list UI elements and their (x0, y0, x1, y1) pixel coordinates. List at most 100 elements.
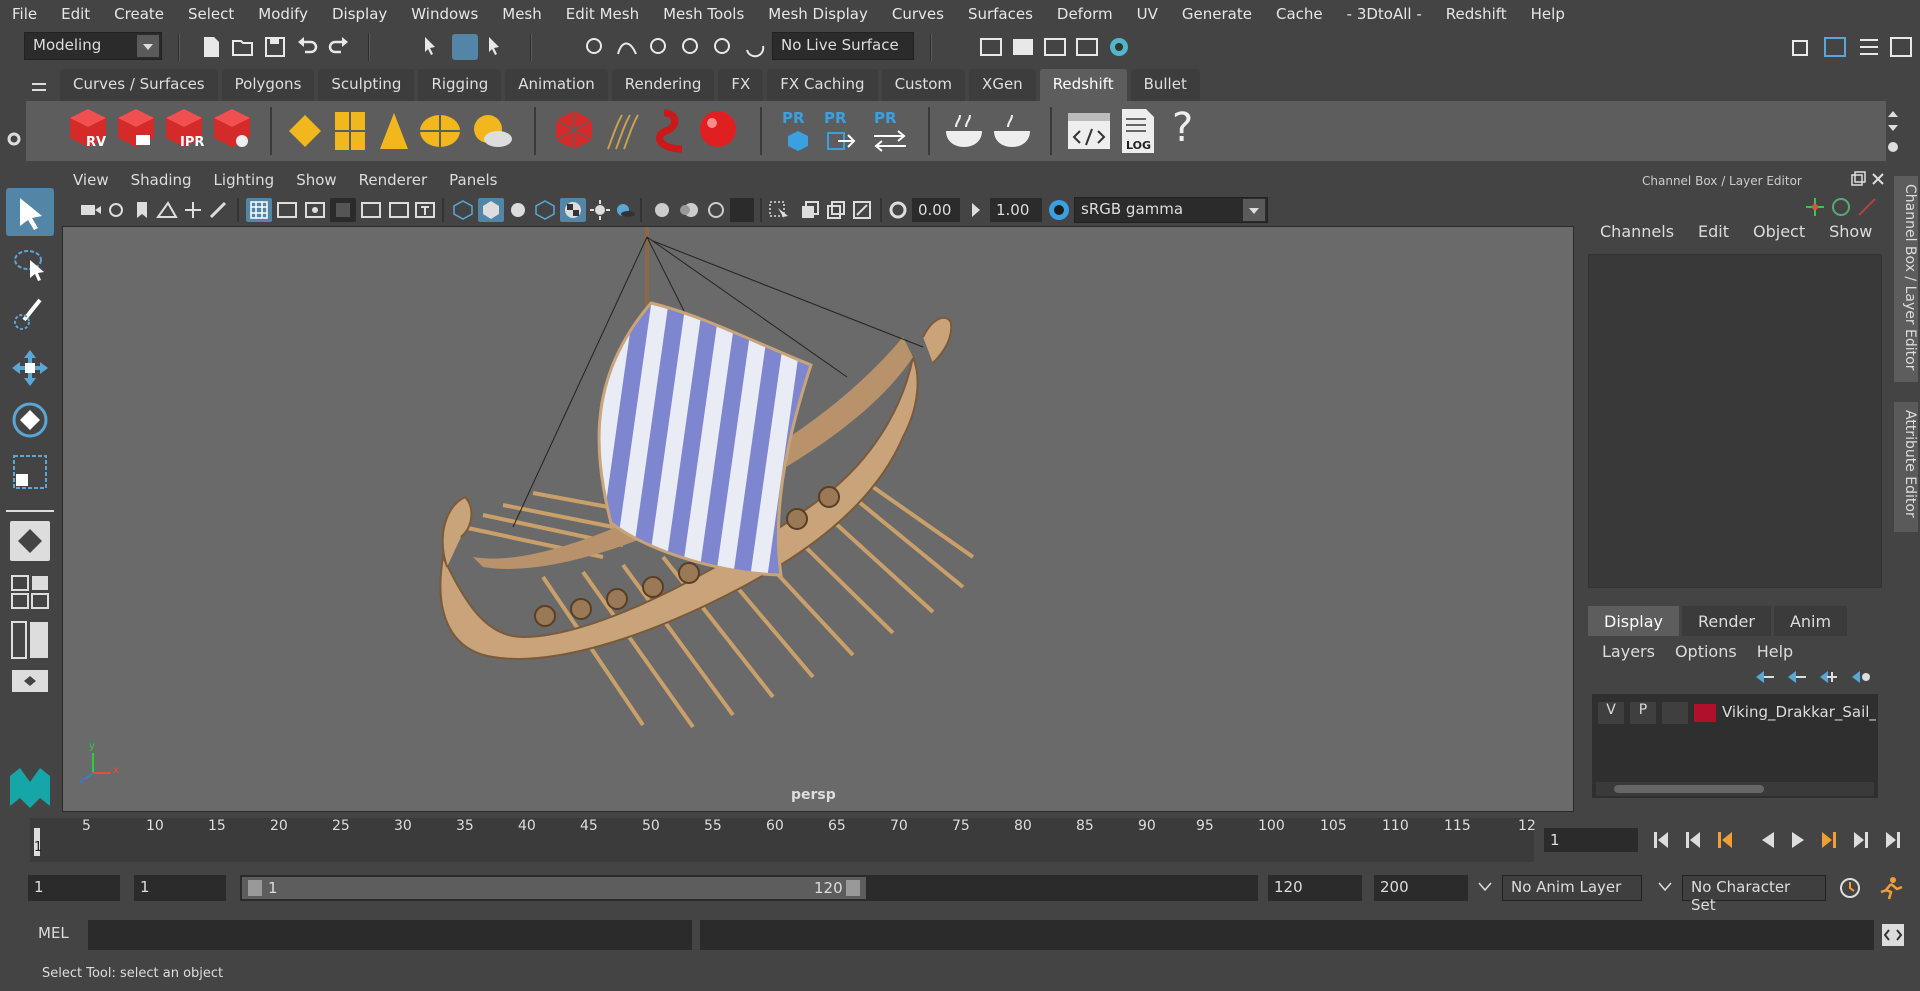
render-settings-icon[interactable] (1074, 34, 1100, 60)
live-surface-field[interactable]: No Live Surface (772, 32, 914, 60)
tab-fx[interactable]: FX (718, 69, 764, 101)
resolution-gate-icon[interactable] (304, 201, 326, 219)
tab-fx-caching[interactable]: FX Caching (767, 69, 878, 101)
tab-custom[interactable]: Custom (881, 69, 966, 101)
exposure-icon[interactable] (888, 200, 908, 220)
exposure-field[interactable]: 0.00 (912, 198, 960, 222)
scale-tool-icon[interactable] (10, 452, 50, 492)
render-view-icon[interactable] (978, 34, 1004, 60)
redo-icon[interactable] (326, 34, 352, 60)
layer-color-swatch[interactable] (1694, 704, 1716, 722)
isolate-select-icon[interactable] (768, 200, 790, 220)
snap-view-plane-icon[interactable] (710, 34, 736, 60)
undo-icon[interactable] (294, 34, 320, 60)
move-layer-up-icon[interactable] (1754, 668, 1776, 686)
new-scene-icon[interactable] (198, 34, 224, 60)
menu-generate[interactable]: Generate (1170, 5, 1264, 23)
hyperbolic-icon[interactable] (1856, 196, 1878, 218)
layer-name[interactable]: Viking_Drakkar_Sail_Bl (1722, 703, 1876, 721)
make-live-icon[interactable] (742, 34, 768, 60)
viewport-menu-panels[interactable]: Panels (438, 171, 508, 189)
menu-redshift[interactable]: Redshift (1434, 5, 1519, 23)
layer-visibility-toggle[interactable]: V (1598, 702, 1624, 724)
channel-menu-object[interactable]: Object (1741, 222, 1817, 241)
save-scene-icon[interactable] (262, 34, 288, 60)
proxy-export-icon[interactable] (786, 129, 810, 153)
tab-channel-box-layer-editor[interactable]: Channel Box / Layer Editor (1894, 176, 1918, 382)
range-slider-bar[interactable]: 1 120 (242, 877, 866, 899)
hypershade-icon[interactable] (1106, 34, 1132, 60)
tab-attribute-editor[interactable]: Attribute Editor (1894, 402, 1918, 532)
render-frame-icon[interactable] (1010, 34, 1036, 60)
sphere-icon[interactable] (694, 107, 742, 155)
layer-menu-options[interactable]: Options (1665, 642, 1747, 661)
select-tool-button[interactable] (6, 188, 54, 236)
outliner-layout-icon[interactable] (10, 620, 50, 660)
proxy-cube-icon[interactable] (552, 109, 596, 153)
color-management-icon[interactable] (1048, 199, 1070, 221)
image-plane-icon[interactable] (156, 201, 178, 219)
film-gate-icon[interactable] (276, 201, 298, 219)
start-time-field[interactable]: 1 (28, 875, 120, 901)
move-layer-down-icon[interactable] (1786, 668, 1808, 686)
colorspace-dropdown[interactable]: sRGB gamma (1074, 197, 1268, 223)
mel-input[interactable] (88, 920, 692, 950)
step-forward-key-icon[interactable] (1822, 832, 1836, 848)
layer-list[interactable]: V P Viking_Drakkar_Sail_Bl (1592, 694, 1878, 798)
tab-render[interactable]: Render (1681, 606, 1771, 637)
viewport-menu-shading[interactable]: Shading (120, 171, 203, 189)
viking-ship-model[interactable] (63, 227, 1573, 811)
close-icon[interactable] (1870, 171, 1886, 187)
viewport-persp[interactable]: y x z persp (62, 226, 1574, 812)
tab-redshift[interactable]: Redshift (1039, 69, 1127, 101)
move-tool-icon[interactable] (10, 348, 50, 388)
menu-display[interactable]: Display (320, 5, 399, 23)
wireframe-icon[interactable] (452, 200, 474, 220)
channel-box-list[interactable] (1588, 254, 1882, 588)
layer-menu-layers[interactable]: Layers (1592, 642, 1665, 661)
manipulator-icon[interactable] (1804, 196, 1826, 218)
open-scene-icon[interactable] (230, 34, 256, 60)
scrollbar-thumb[interactable] (1614, 785, 1764, 793)
script-editor-icon[interactable] (1066, 109, 1112, 153)
modeling-toolkit-icon[interactable] (1788, 34, 1814, 60)
channel-box-icon[interactable] (1888, 34, 1914, 60)
layer-menu-help[interactable]: Help (1747, 642, 1803, 661)
gate-mask-button[interactable] (330, 198, 356, 222)
tab-display[interactable]: Display (1588, 606, 1679, 637)
menu-mesh-display[interactable]: Mesh Display (756, 5, 880, 23)
layer-scrollbar[interactable] (1596, 782, 1874, 796)
field-chart-icon[interactable] (360, 201, 382, 219)
select-hierarchy-icon[interactable] (420, 34, 446, 60)
smooth-shade-button[interactable] (478, 198, 504, 222)
chevron-down-icon[interactable] (1658, 882, 1672, 892)
layer-display-type-toggle[interactable] (1662, 702, 1688, 724)
preferences-runner-icon[interactable] (1878, 876, 1904, 900)
rotate-tool-icon[interactable] (10, 400, 50, 440)
material-bowl-2-icon[interactable] (990, 113, 1034, 149)
current-frame-field[interactable]: 1 (1544, 828, 1638, 852)
layer-row[interactable]: V P Viking_Drakkar_Sail_Bl (1596, 702, 1876, 726)
ipr-render-icon[interactable] (1042, 34, 1068, 60)
script-editor-icon[interactable] (1880, 922, 1906, 948)
camera-icon[interactable] (80, 201, 102, 219)
layer-playback-toggle[interactable]: P (1630, 702, 1656, 724)
sun-sky-icon[interactable] (468, 111, 514, 151)
menu-file[interactable]: File (0, 5, 49, 23)
proxy-swap-icon[interactable] (872, 129, 908, 153)
paint-select-tool-icon[interactable] (10, 296, 50, 336)
tab-curves-surfaces[interactable]: Curves / Surfaces (60, 69, 218, 101)
snap-projected-icon[interactable] (678, 34, 704, 60)
dome-light-icon[interactable] (418, 111, 462, 151)
channel-menu-show[interactable]: Show (1817, 222, 1884, 241)
anti-aliasing-icon[interactable] (706, 200, 726, 220)
use-all-lights-icon[interactable] (590, 200, 610, 220)
menu-3dtoall[interactable]: - 3DtoAll - (1335, 5, 1434, 23)
panel-layout-icon[interactable] (10, 668, 50, 694)
tab-anim[interactable]: Anim (1773, 606, 1848, 637)
time-slider[interactable]: 1 5 10 15 20 25 30 35 40 45 50 55 60 65 … (30, 818, 1536, 862)
snap-curve-icon[interactable] (614, 34, 640, 60)
menu-surfaces[interactable]: Surfaces (956, 5, 1045, 23)
help-icon[interactable]: ? (1172, 105, 1193, 151)
attribute-editor-icon[interactable] (1822, 34, 1848, 60)
